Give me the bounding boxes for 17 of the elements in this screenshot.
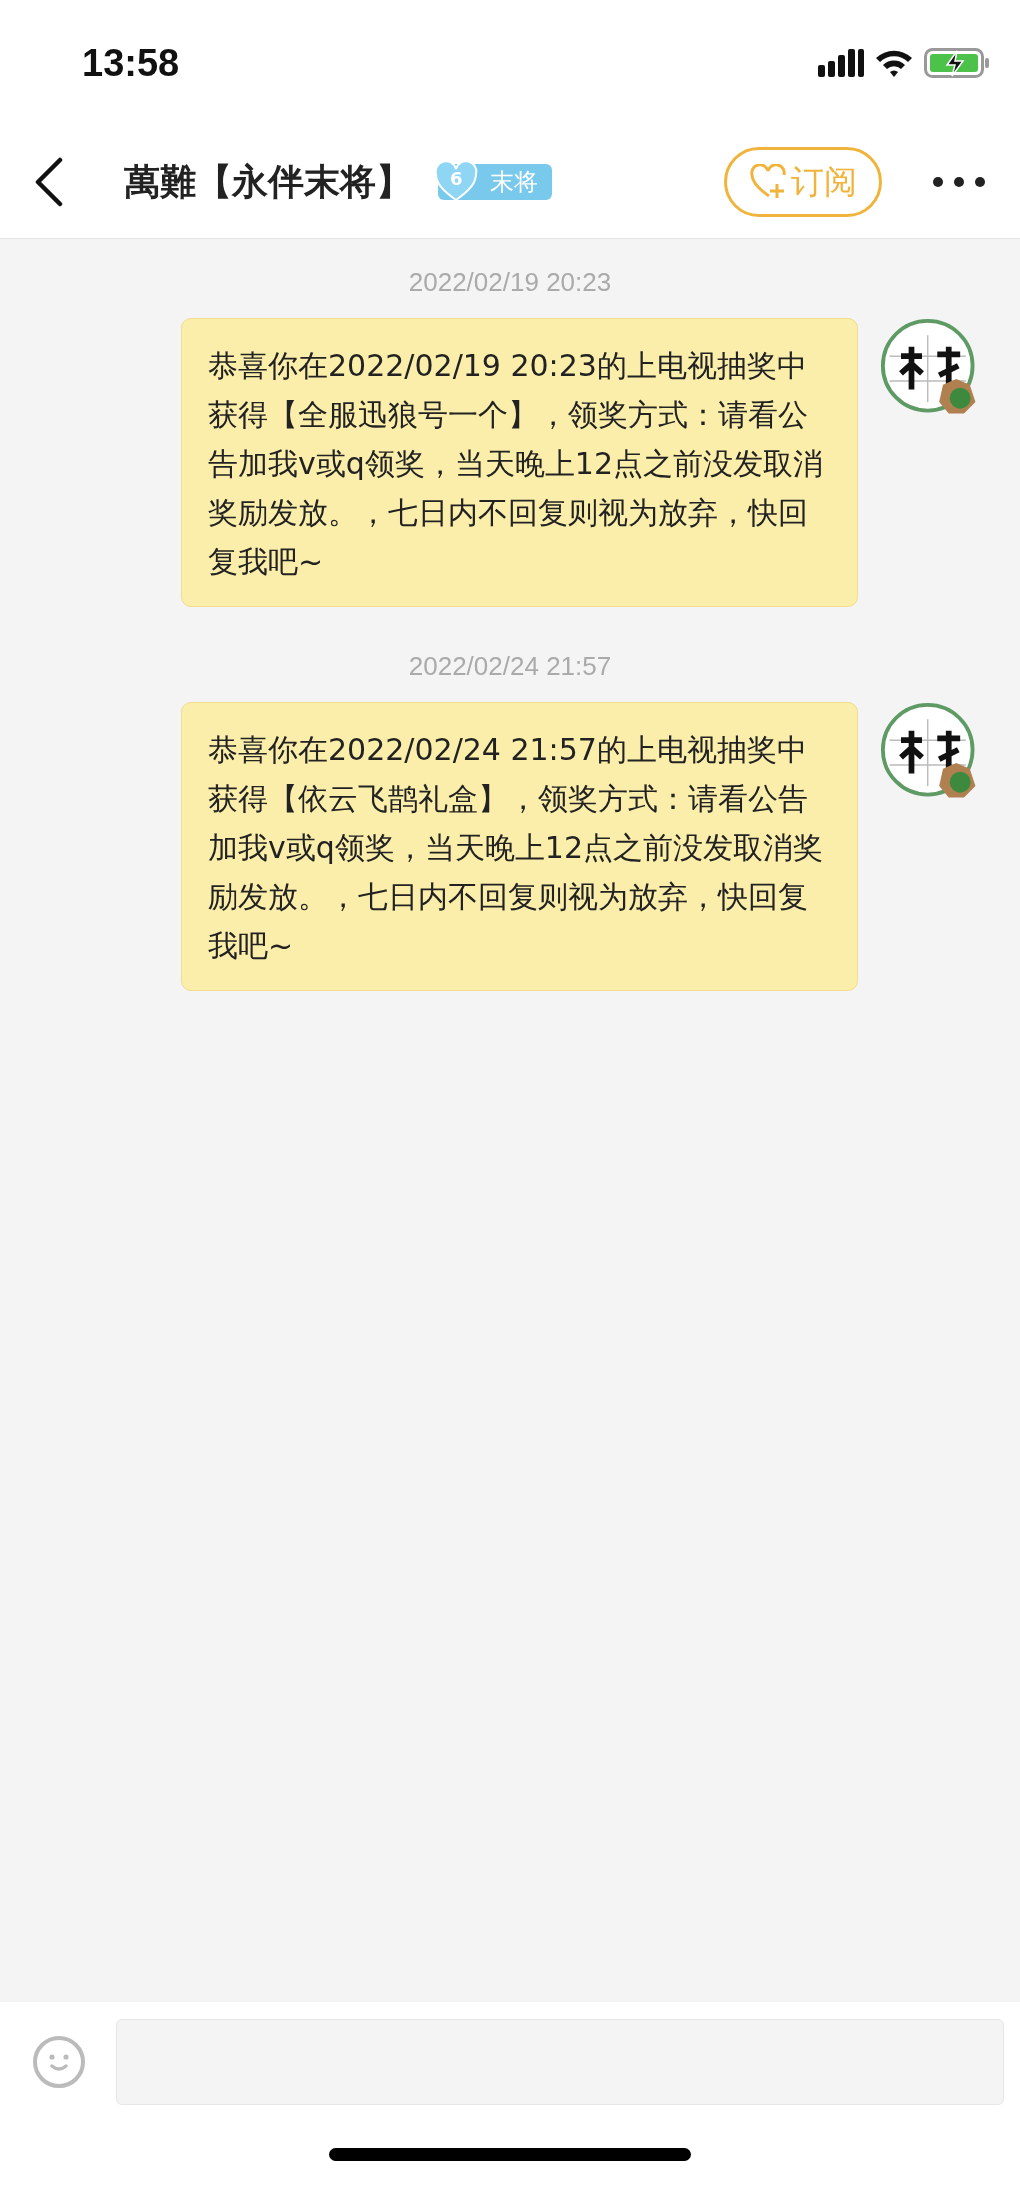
heart-icon bbox=[434, 162, 478, 202]
status-time: 13:58 bbox=[82, 41, 180, 85]
message-timestamp: 2022/02/24 21:57 bbox=[407, 651, 613, 682]
badge-name: 末将 bbox=[490, 167, 538, 198]
chat-title: 萬難【永伴末将】 bbox=[124, 159, 412, 204]
battery-icon bbox=[924, 47, 990, 79]
back-icon[interactable] bbox=[34, 157, 64, 207]
message-timestamp: 2022/02/19 20:23 bbox=[407, 267, 613, 298]
wifi-icon bbox=[874, 48, 914, 78]
subscribe-button[interactable]: 订阅 bbox=[724, 147, 882, 217]
message-bubble: 恭喜你在2022/02/24 21:57的上电视抽奖中获得【依云飞鹊礼盒】，领奖方式：请看公告加我v或q领奖，当天晚上12点之前没发取消奖励发放。，七日内不回复则视为放弃，快回复我吧~ bbox=[181, 702, 858, 991]
signal-icon bbox=[818, 47, 864, 79]
badge-level: 6 bbox=[450, 168, 463, 189]
heart-plus-icon bbox=[749, 164, 789, 200]
dots-icon bbox=[932, 176, 986, 188]
message-input[interactable] bbox=[116, 2019, 1004, 2105]
message-bubble: 恭喜你在2022/02/19 20:23的上电视抽奖中获得【全服迅狼号一个】，领奖方式：请看公告加我v或q领奖，当天晚上12点之前没发取消奖励发放。，七日内不回复则视为放弃，快回复我吧~ bbox=[181, 318, 858, 607]
